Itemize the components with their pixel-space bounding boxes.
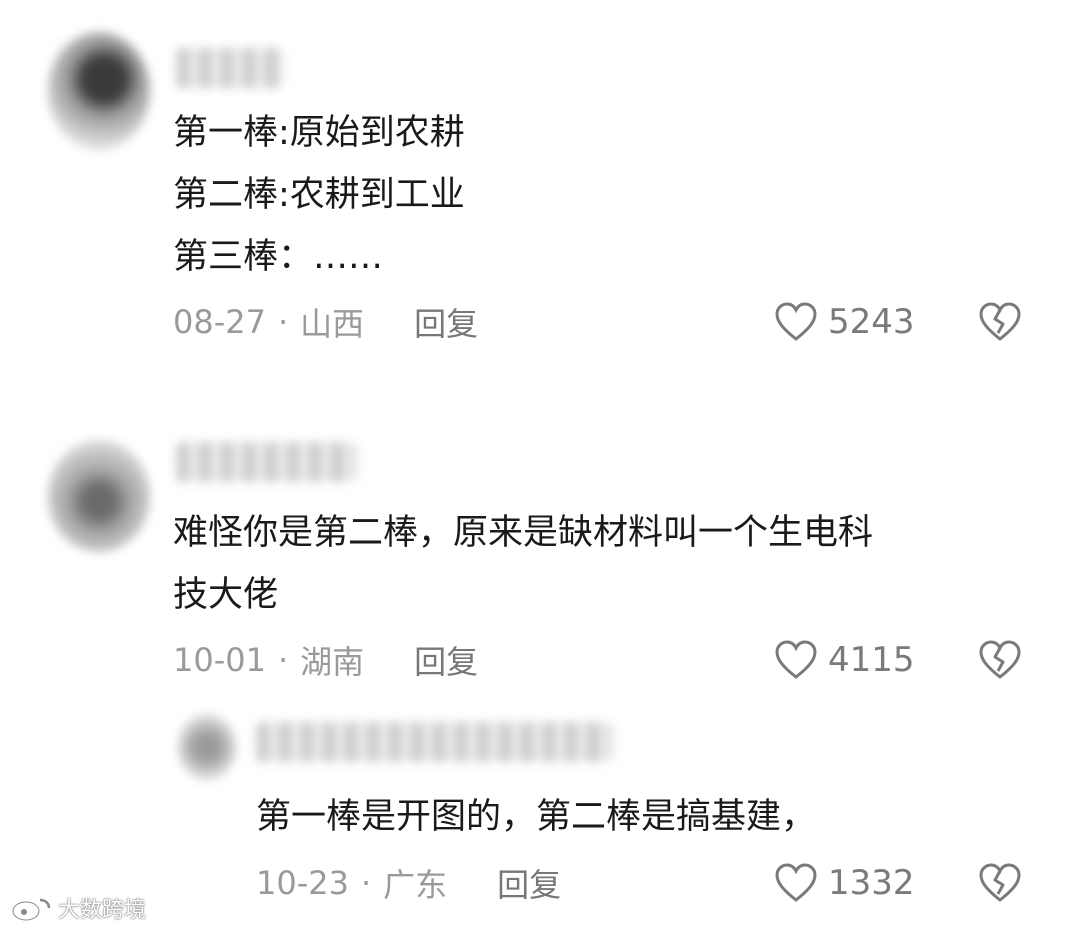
- username-blurred[interactable]: [256, 722, 612, 762]
- comment-meta: 08-27 · 山西 回复: [173, 292, 478, 352]
- like-count: 1332: [828, 863, 915, 903]
- heart-outline-icon: [775, 302, 817, 341]
- heart-outline-icon: [775, 640, 817, 679]
- reply-button[interactable]: 回复: [414, 299, 478, 345]
- reply-button[interactable]: 回复: [497, 860, 561, 906]
- meta-separator: ·: [277, 641, 289, 679]
- comment-location: 广东: [383, 866, 448, 904]
- heart-outline-icon: [775, 863, 817, 902]
- like-button[interactable]: 4115: [774, 630, 915, 690]
- username-blurred[interactable]: [176, 48, 284, 88]
- comment-meta: 10-01 · 湖南 回复: [173, 630, 478, 690]
- comment-text: 难怪你是第二棒，原来是缺材料叫一个生电科 技大佬: [173, 513, 874, 615]
- meta-separator: ·: [277, 303, 289, 341]
- comment-date: 08-27: [173, 303, 266, 341]
- dislike-button[interactable]: [976, 292, 1024, 352]
- watermark: 大数跨境: [10, 892, 146, 924]
- broken-heart-icon: [979, 302, 1021, 341]
- weibo-logo-icon: [11, 898, 51, 922]
- avatar[interactable]: [48, 440, 150, 552]
- comment-date: 10-01: [173, 641, 266, 679]
- username-blurred[interactable]: [176, 442, 356, 482]
- comment-meta: 10-23 · 广东 回复: [256, 853, 561, 913]
- like-count: 5243: [828, 302, 915, 342]
- dislike-button[interactable]: [976, 853, 1024, 913]
- meta-separator: ·: [360, 864, 372, 902]
- broken-heart-icon: [979, 863, 1021, 902]
- comment-location: 山西: [300, 305, 365, 343]
- like-button[interactable]: 1332: [774, 853, 915, 913]
- like-count: 4115: [828, 640, 915, 680]
- comment-text: 第一棒:原始到农耕 第二棒:农耕到工业 第三棒：……: [173, 113, 465, 277]
- avatar[interactable]: [178, 714, 236, 780]
- like-button[interactable]: 5243: [774, 292, 915, 352]
- avatar[interactable]: [48, 32, 150, 150]
- broken-heart-icon: [979, 640, 1021, 679]
- comment-location: 湖南: [300, 643, 365, 681]
- comment-date: 10-23: [256, 864, 349, 902]
- comment-text: 第一棒是开图的，第二棒是搞基建，: [256, 797, 817, 837]
- reply-button[interactable]: 回复: [414, 637, 478, 683]
- watermark-text: 大数跨境: [58, 898, 147, 923]
- dislike-button[interactable]: [976, 630, 1024, 690]
